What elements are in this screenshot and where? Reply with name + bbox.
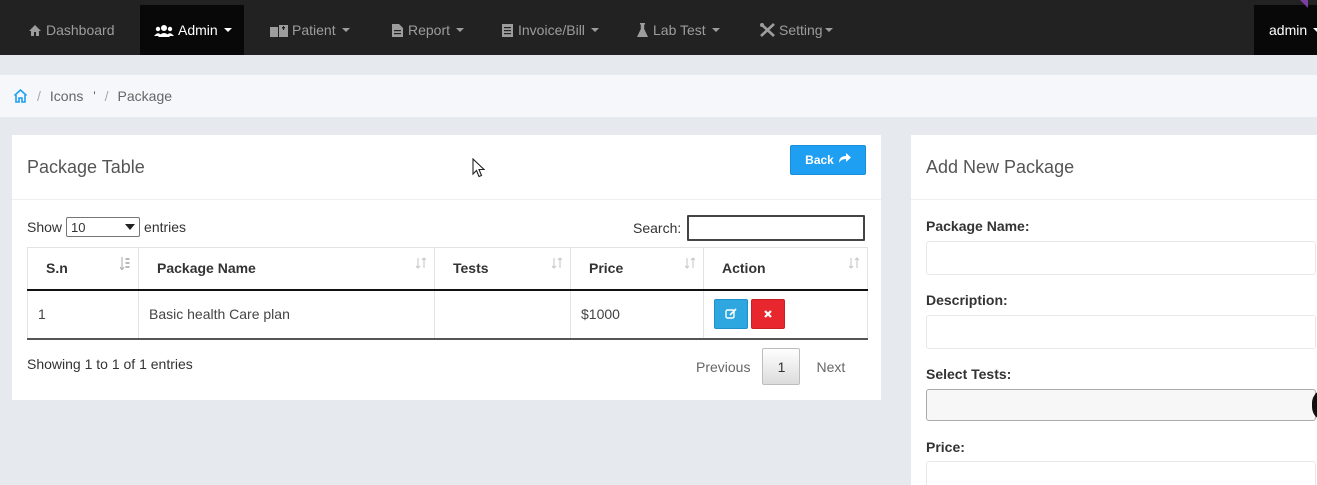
- description-label: Description:: [926, 292, 1008, 308]
- column-header-action[interactable]: Action: [703, 247, 868, 291]
- table-info: Showing 1 to 1 of 1 entries: [27, 356, 193, 372]
- add-package-panel: Add New Package Package Name: Descriptio…: [911, 135, 1317, 485]
- mouse-cursor-icon: [472, 157, 486, 178]
- package-table-panel: Package Table Back Show 10 entries Searc…: [12, 135, 881, 400]
- chevron-down-icon: [711, 28, 720, 32]
- nav-admin-label: Admin: [178, 22, 218, 38]
- table-header-row: S.n Package Name Tests Price Action: [27, 247, 868, 291]
- pagination-next[interactable]: Next: [800, 359, 861, 375]
- nav-invoice[interactable]: Invoice/Bill: [486, 5, 613, 55]
- top-navbar: Dashboard Admin Patient Report Invoice/B…: [0, 0, 1317, 55]
- close-icon: [764, 310, 772, 318]
- delete-button[interactable]: [751, 299, 785, 329]
- chevron-down-icon: [341, 28, 350, 32]
- cell-sn: 1: [27, 289, 139, 340]
- column-header-package-name[interactable]: Package Name: [138, 247, 435, 291]
- users-icon: [154, 23, 174, 37]
- price-label: Price:: [926, 439, 965, 455]
- chevron-down-icon: [125, 224, 136, 230]
- page-length-value: 10: [71, 219, 86, 235]
- nav-setting-label: Setting: [779, 22, 823, 38]
- sort-icon: [551, 257, 563, 269]
- cell-tests: [434, 289, 571, 340]
- column-header-label: Tests: [453, 260, 489, 277]
- search-input[interactable]: [687, 215, 866, 241]
- panel-divider: [911, 199, 1317, 200]
- breadcrumb-item-icons[interactable]: Icons: [50, 88, 83, 104]
- pagination-previous[interactable]: Previous: [684, 359, 762, 375]
- search-label: Search:: [633, 220, 682, 236]
- nav-dashboard[interactable]: Dashboard: [14, 5, 129, 55]
- nav-lab-test-label: Lab Test: [653, 22, 706, 38]
- sort-icon: [684, 257, 696, 269]
- breadcrumb-tick: ': [93, 89, 96, 103]
- file-icon: [390, 23, 404, 37]
- home-icon[interactable]: [12, 88, 28, 104]
- flask-icon: [635, 23, 649, 37]
- sort-icon: [848, 257, 860, 269]
- page-length-select[interactable]: 10: [66, 217, 141, 237]
- nav-invoice-label: Invoice/Bill: [518, 22, 585, 38]
- price-field[interactable]: [926, 461, 1316, 485]
- nav-report-label: Report: [408, 22, 451, 38]
- back-button-label: Back: [805, 153, 834, 167]
- column-header-label: Package Name: [157, 260, 256, 277]
- chevron-down-icon: [1313, 28, 1317, 32]
- table-row: 1 Basic health Care plan $1000: [27, 289, 868, 340]
- corner-accent: [1300, 0, 1308, 8]
- nav-lab-test[interactable]: Lab Test: [621, 5, 734, 55]
- column-header-label: Action: [722, 260, 766, 277]
- column-header-sn[interactable]: S.n: [27, 247, 139, 291]
- nav-dashboard-label: Dashboard: [46, 22, 115, 38]
- panel-title: Add New Package: [926, 157, 1075, 177]
- invoice-icon: [500, 23, 514, 37]
- column-header-price[interactable]: Price: [570, 247, 704, 291]
- user-name: admin: [1269, 22, 1308, 38]
- package-name-label: Package Name:: [926, 218, 1030, 234]
- breadcrumb-separator: /: [104, 88, 109, 104]
- pagination-page-1[interactable]: 1: [762, 348, 801, 385]
- cell-package-name: Basic health Care plan: [138, 289, 435, 340]
- nav-report[interactable]: Report: [376, 5, 478, 55]
- column-header-label: S.n: [46, 260, 68, 277]
- user-menu[interactable]: admin: [1254, 5, 1317, 55]
- nav-admin[interactable]: Admin: [140, 5, 244, 55]
- breadcrumb-separator: /: [37, 88, 41, 104]
- nav-setting[interactable]: Setting: [745, 5, 847, 55]
- chevron-down-icon: [223, 28, 232, 32]
- sort-asc-icon: [119, 257, 130, 272]
- cell-action: [703, 289, 868, 340]
- search-control: Search:: [633, 215, 866, 241]
- back-button[interactable]: Back: [790, 145, 866, 175]
- edit-button[interactable]: [714, 299, 748, 329]
- select-tests-label: Select Tests:: [926, 366, 1012, 382]
- breadcrumb-item-package: Package: [117, 88, 173, 104]
- sort-icon: [415, 257, 427, 269]
- panel-title: Package Table: [27, 157, 145, 177]
- nav-patient-label: Patient: [292, 22, 336, 38]
- chevron-down-icon: [590, 28, 599, 32]
- page-length-control: Show 10 entries: [27, 217, 186, 237]
- edit-icon: [725, 308, 737, 319]
- panel-divider: [12, 199, 881, 200]
- package-table: S.n Package Name Tests Price Action 1 Ba…: [27, 247, 868, 340]
- chevron-down-icon: [456, 28, 465, 32]
- select-tests-field[interactable]: [926, 389, 1316, 421]
- wrench-icon: [759, 23, 775, 37]
- entries-label: entries: [144, 219, 187, 235]
- nav-patient[interactable]: Patient: [256, 5, 364, 55]
- chevron-down-icon: [824, 28, 833, 32]
- column-header-tests[interactable]: Tests: [434, 247, 571, 291]
- package-name-field[interactable]: [926, 241, 1316, 275]
- show-label: Show: [27, 219, 63, 235]
- description-field[interactable]: [926, 315, 1316, 349]
- share-arrow-icon: [838, 153, 851, 167]
- pagination: Previous 1 Next: [684, 348, 861, 385]
- breadcrumb: / Icons ' / Package: [0, 75, 1317, 117]
- column-header-label: Price: [589, 260, 624, 277]
- home-icon: [28, 23, 42, 37]
- cell-price: $1000: [570, 289, 704, 340]
- hospital-icon: [270, 23, 288, 37]
